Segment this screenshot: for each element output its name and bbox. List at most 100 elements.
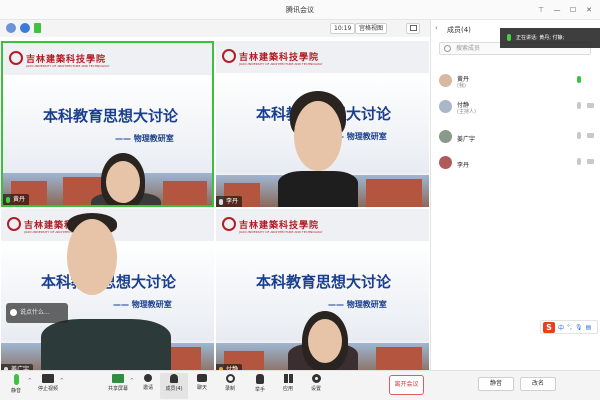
invite-label: 邀请 [142,385,153,391]
member-role: (我) [457,83,466,89]
chat-label: 聊天 [196,385,207,391]
chevron-up-icon[interactable]: ^ [60,378,64,384]
hand-icon [256,374,264,384]
ime-voice-icon[interactable]: 🎙 [575,324,583,331]
mic-on-icon [13,374,19,385]
mute-button[interactable]: 静音 ^ [2,373,32,399]
members-button[interactable]: 成员(4) [160,373,188,399]
member-name: 李丹 [457,162,470,169]
close-icon[interactable]: ✕ [584,5,594,15]
emoji-icon[interactable] [10,309,17,316]
camera-icon[interactable] [587,103,594,108]
mute-label: 静音 [10,388,21,394]
logo-subtext: JILIN UNIVERSITY OF ARCHITECTURE AND TEC… [239,230,323,234]
signal-icon[interactable] [34,23,41,33]
ime-lang-toggle[interactable]: 中 [558,323,564,332]
mic-on-icon [6,196,10,203]
ime-toolbar[interactable]: S 中 °, 🎙 ▤ [540,320,598,334]
shield-icon[interactable] [20,23,30,33]
search-icon [444,45,451,52]
collapse-panel-icon[interactable]: ‹ [435,24,438,32]
raise-hand-label: 举手 [254,387,265,393]
apps-icon [283,374,293,383]
leave-meeting-button[interactable]: 离开会议 [389,375,424,395]
participant-name-tag: 李丹 [216,196,243,207]
member-row[interactable]: 李丹 [431,154,600,176]
mic-off-icon[interactable] [577,132,581,139]
university-seal-icon [9,51,23,65]
minimize-icon[interactable]: — [552,5,562,15]
logo-subtext: JILIN UNIVERSITY OF ARCHITECTURE AND TEC… [26,64,110,68]
slide-heading: 本科教育思想大讨论 [43,107,179,125]
meeting-info-icon[interactable] [6,23,16,33]
invite-icon [144,374,152,382]
member-name: 姜广宇 [457,136,476,143]
share-screen-label: 共享屏幕 [107,386,128,392]
participant-name: 李丹 [226,198,239,205]
meeting-info-bar: 10:19 宫格视图 [0,20,430,37]
participant-name-tag: 黄丹 [3,194,30,205]
slide-subheading: —— 物理教研室 [115,134,174,143]
window-title: 腾讯会议 [286,6,314,14]
video-tile[interactable]: 吉林建築科技學院 JILIN UNIVERSITY OF ARCHITECTUR… [1,41,214,207]
record-icon [225,374,235,383]
record-button[interactable]: 录制 [216,373,244,399]
members-label: 成员(4) [165,386,183,392]
share-screen-button[interactable]: 共享屏幕 ^ [104,373,134,399]
meeting-timer: 10:19 [330,23,356,34]
mic-off-icon[interactable] [577,158,581,165]
raise-hand-button[interactable]: 举手 [246,373,274,399]
view-mode-label: 宫格视图 [359,25,384,32]
apps-label: 应用 [282,386,293,392]
quick-chat-placeholder: 说点什么... [20,309,50,316]
record-label: 录制 [224,386,235,392]
rename-button[interactable]: 改名 [520,377,556,391]
camera-icon[interactable] [587,159,594,164]
maximize-icon[interactable]: ☐ [568,5,578,15]
settings-label: 设置 [310,386,321,392]
sogou-ime-icon[interactable]: S [543,321,555,333]
fullscreen-button[interactable] [406,23,420,34]
stop-video-button[interactable]: 停止视频 ^ [34,373,64,399]
video-tile[interactable]: 吉林建築科技學院 JILIN UNIVERSITY OF ARCHITECTUR… [216,41,429,207]
bottom-toolbar: 静音 ^ 停止视频 ^ 共享屏幕 ^ 邀请 成员(4) 聊天 录制 举手 应用 … [0,370,600,400]
video-tile[interactable]: 吉林建築科技學院 JILIN UNIVERSITY OF ARCHITECTUR… [216,209,429,375]
ime-punct-toggle[interactable]: °, [567,324,572,331]
view-mode-button[interactable]: 宫格视图 [355,23,388,34]
stop-video-label: 停止视频 [37,386,58,392]
ime-menu-icon[interactable]: ▤ [586,324,592,331]
settings-button[interactable]: 设置 [302,373,330,399]
university-logo: 吉林建築科技學院 JILIN UNIVERSITY OF ARCHITECTUR… [222,49,323,66]
slide-heading: 本科教育思想大讨论 [256,273,392,291]
member-row[interactable]: 黄丹 (我) [431,72,600,94]
members-icon [170,374,178,383]
quick-chat-input[interactable]: 说点什么... [6,303,68,323]
member-row[interactable]: 付静 (主持人) [431,98,600,120]
avatar [439,100,452,113]
camera-icon[interactable] [587,133,594,138]
video-tile[interactable]: 吉林建築科技學院 JILIN UNIVERSITY OF ARCHITECTUR… [1,209,214,375]
apps-button[interactable]: 应用 [274,373,302,399]
share-screen-icon [112,374,124,383]
university-logo: 吉林建築科技學院 JILIN UNIVERSITY OF ARCHITECTUR… [9,51,110,68]
members-panel: ‹ 成员(4) 搜索成员 黄丹 (我) 付静 (主持人) 姜广宇 李丹 [430,20,600,370]
camera-icon [42,374,54,383]
logo-text: 吉林建築科技學院 [26,54,107,65]
pin-icon[interactable]: ⊤ [536,5,546,15]
invite-button[interactable]: 邀请 [134,373,162,399]
title-bar: 腾讯会议 ⊤ — ☐ ✕ [0,0,600,20]
fullscreen-icon [409,25,417,31]
chevron-up-icon[interactable]: ^ [28,378,32,384]
member-role: (主持人) [457,109,476,115]
chat-button[interactable]: 聊天 [188,373,216,399]
chat-icon [197,374,207,382]
member-row[interactable]: 姜广宇 [431,128,600,150]
mic-on-icon[interactable] [577,76,581,83]
mic-off-icon[interactable] [577,102,581,109]
video-grid: 吉林建築科技學院 JILIN UNIVERSITY OF ARCHITECTUR… [0,37,430,375]
university-seal-icon [222,217,236,231]
avatar [439,74,452,87]
logo-text: 吉林建築科技學院 [239,220,320,231]
mute-all-button[interactable]: 静音 [478,377,514,391]
logo-subtext: JILIN UNIVERSITY OF ARCHITECTURE AND TEC… [239,62,323,66]
